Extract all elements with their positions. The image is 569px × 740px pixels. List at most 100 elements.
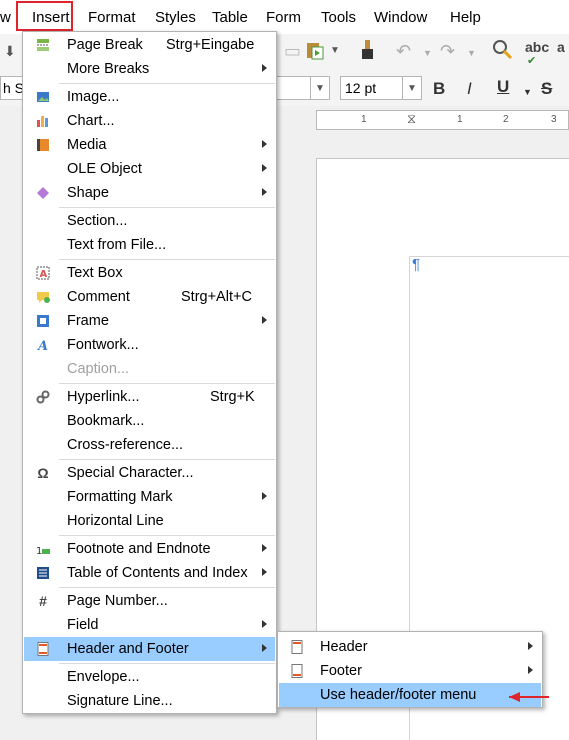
menu-table[interactable]: Table [212, 10, 248, 26]
clone-formatting-icon[interactable] [358, 39, 378, 65]
indent-marker-icon[interactable]: ⧖ [407, 111, 416, 127]
ruler-tick: 1 [457, 114, 463, 125]
submenu-arrow-icon [262, 644, 267, 652]
ruler-tick: 1 [361, 114, 367, 125]
italic-button[interactable]: I [467, 79, 472, 99]
menu-item-more-breaks[interactable]: More Breaks [24, 57, 275, 81]
menu-item-section[interactable]: Section... [24, 209, 275, 233]
submenu-arrow-icon [528, 666, 533, 674]
frame-icon [35, 313, 51, 329]
submenu-item-header[interactable]: Header [279, 635, 541, 659]
insert-highlight-box [16, 1, 73, 31]
font-size-combobox[interactable]: 12 pt ▼ [340, 76, 422, 100]
submenu-arrow-icon [262, 620, 267, 628]
menu-form[interactable]: Form [266, 10, 301, 26]
menu-item-page-break[interactable]: Page Break Strg+Eingabe [24, 33, 275, 57]
menu-window[interactable]: Window [374, 10, 427, 26]
menu-item-text-box[interactable]: A Text Box [24, 261, 275, 285]
underline-button[interactable]: U [497, 77, 509, 97]
submenu-arrow-icon [262, 188, 267, 196]
menu-item-field[interactable]: Field [24, 613, 275, 637]
menu-styles[interactable]: Styles [155, 10, 196, 26]
submenu-arrow-icon [262, 140, 267, 148]
menu-item-text-from-file[interactable]: Text from File... [24, 233, 275, 257]
underline-dropdown-icon[interactable]: ▼ [523, 82, 532, 102]
omega-icon: Ω [37, 465, 49, 481]
comment-icon [35, 289, 51, 305]
menu-item-comment[interactable]: Comment Strg+Alt+C [24, 285, 275, 309]
menu-item-table-of-contents[interactable]: Table of Contents and Index [24, 561, 275, 585]
submenu-arrow-icon [262, 64, 267, 72]
submenu-arrow-icon [262, 568, 267, 576]
ruler-tick: 3 [551, 114, 557, 125]
menu-item-image[interactable]: Image... [24, 85, 275, 109]
menu-item-horizontal-line[interactable]: Horizontal Line [24, 509, 275, 533]
shortcut-label: Strg+Alt+C [181, 289, 252, 305]
menu-separator [59, 587, 275, 588]
menu-bar: w Insert Format Styles Table Form Tools … [0, 0, 569, 34]
bold-button[interactable]: B [433, 79, 445, 99]
menu-item-frame[interactable]: Frame [24, 309, 275, 333]
menu-separator [59, 663, 275, 664]
hash-icon: # [39, 593, 47, 609]
menu-item-shape[interactable]: Shape [24, 181, 275, 205]
menu-item-bookmark[interactable]: Bookmark... [24, 409, 275, 433]
submenu-item-footer[interactable]: Footer [279, 659, 541, 683]
menu-item-fontwork[interactable]: A Fontwork... [24, 333, 275, 357]
hyperlink-icon [35, 389, 51, 405]
arrow-icon[interactable]: ⬇ [4, 41, 16, 61]
shape-icon [35, 185, 51, 201]
annotation-arrow-icon [509, 692, 549, 702]
menu-item-footnote-endnote[interactable]: 1 Footnote and Endnote [24, 537, 275, 561]
paste-dropdown-icon[interactable]: ▼ [330, 41, 340, 61]
chart-icon [35, 113, 51, 129]
menu-item-cross-reference[interactable]: Cross-reference... [24, 433, 275, 457]
shortcut-label: Strg+Eingabe [166, 37, 255, 53]
menu-item-chart[interactable]: Chart... [24, 109, 275, 133]
menu-item-page-number[interactable]: # Page Number... [24, 589, 275, 613]
redo-dropdown-icon[interactable]: ▼ [467, 43, 476, 63]
menu-separator [59, 259, 275, 260]
menu-view[interactable]: w [0, 10, 11, 26]
menu-item-hyperlink[interactable]: Hyperlink... Strg+K [24, 385, 275, 409]
footer-icon [289, 663, 305, 679]
submenu-arrow-icon [262, 492, 267, 500]
menu-item-caption: Caption... [67, 361, 130, 377]
menu-item-formatting-mark[interactable]: Formatting Mark [24, 485, 275, 509]
shortcut-label: Strg+K [210, 389, 255, 405]
strikethrough-button[interactable]: S [541, 79, 552, 99]
submenu-arrow-icon [528, 642, 533, 650]
submenu-item-use-header-footer-menu[interactable]: Use header/footer menu [279, 683, 541, 707]
menu-item-signature-line[interactable]: Signature Line... [24, 689, 275, 713]
chevron-down-icon[interactable]: ▼ [402, 77, 421, 99]
chevron-down-icon[interactable]: ▼ [310, 77, 329, 99]
redo-icon[interactable]: ↷ [440, 41, 455, 61]
submenu-arrow-icon [262, 544, 267, 552]
footnote-icon: 1 [35, 541, 51, 557]
undo-icon[interactable]: ↶ [396, 41, 411, 61]
undo-dropdown-icon[interactable]: ▼ [423, 43, 432, 63]
menu-item-special-character[interactable]: Ω Special Character... [24, 461, 275, 485]
find-replace-icon[interactable] [492, 39, 514, 65]
header-footer-icon [35, 641, 51, 657]
menu-help[interactable]: Help [450, 10, 481, 26]
fontwork-icon: A [35, 337, 51, 353]
text-box-icon: A [35, 265, 51, 281]
autospellcheck-icon[interactable]: a [557, 37, 565, 57]
submenu-arrow-icon [262, 164, 267, 172]
ruler-tick: 2 [503, 114, 509, 125]
paste-icon[interactable] [304, 40, 324, 64]
image-icon [35, 89, 51, 105]
paragraph-mark: ¶ [412, 256, 421, 273]
menu-tools[interactable]: Tools [321, 10, 356, 26]
menu-item-envelope[interactable]: Envelope... [24, 665, 275, 689]
menu-item-header-and-footer[interactable]: Header and Footer [24, 637, 275, 661]
menu-separator [59, 535, 275, 536]
horizontal-ruler[interactable]: 1 ⧖ 1 2 3 [316, 110, 569, 130]
menu-format[interactable]: Format [88, 10, 136, 26]
header-icon [289, 639, 305, 655]
spellcheck-check-icon: ✔ [527, 55, 537, 67]
menu-item-media[interactable]: Media [24, 133, 275, 157]
menu-item-ole-object[interactable]: OLE Object [24, 157, 275, 181]
menu-separator [59, 207, 275, 208]
